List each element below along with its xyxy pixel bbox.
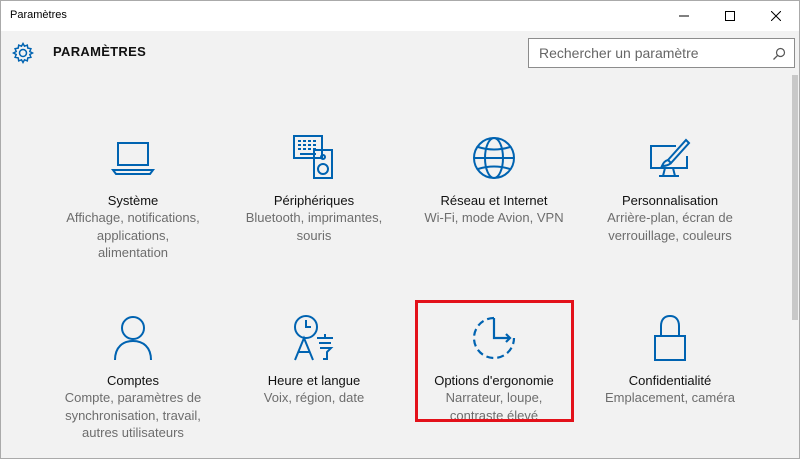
tile-description: Arrière-plan, écran de verrouillage, coul… xyxy=(607,210,733,243)
tile-description: Bluetooth, imprimantes, souris xyxy=(245,210,383,243)
tile-comptes[interactable]: Comptes Compte, paramètres de synchronisa… xyxy=(40,314,226,442)
tile-confidentialite[interactable]: Confidentialité Emplacement, caméra xyxy=(577,314,763,407)
tile-name: Personnalisation xyxy=(621,193,719,208)
minimize-button[interactable] xyxy=(661,1,707,31)
tile-description: Emplacement, caméra xyxy=(604,390,736,405)
tile-description: Affichage, notifications, applications, al… xyxy=(66,210,200,260)
tile-heure-langue[interactable]: Heure et langue Voix, région, date xyxy=(221,314,407,407)
tile-description: Compte, paramètres de synchronisation, tr… xyxy=(64,390,202,440)
close-icon xyxy=(771,11,781,21)
tile-peripheriques[interactable]: Périphériques Bluetooth, imprimantes, sou… xyxy=(221,134,407,244)
person-icon xyxy=(114,316,152,361)
tile-name: Confidentialité xyxy=(628,373,712,388)
settings-window: Paramètres PARAMÈTRES Rechercher un para… xyxy=(0,0,800,459)
page-title: PARAMÈTRES xyxy=(53,44,147,59)
search-icon[interactable] xyxy=(772,47,786,61)
scrollbar[interactable] xyxy=(792,75,798,320)
settings-header: PARAMÈTRES xyxy=(1,31,799,75)
title-bar[interactable]: Paramètres xyxy=(1,1,799,31)
tile-description: Voix, région, date xyxy=(263,390,365,405)
tile-name: Système xyxy=(107,193,159,208)
tile-name: Comptes xyxy=(106,373,160,388)
search-input[interactable] xyxy=(529,39,769,67)
maximize-button[interactable] xyxy=(707,1,753,31)
highlight-box xyxy=(415,300,574,422)
lock-icon xyxy=(654,314,686,361)
globe-icon xyxy=(473,137,515,179)
minimize-icon xyxy=(679,15,689,17)
time-language-icon xyxy=(294,315,334,361)
tile-name: Heure et langue xyxy=(267,373,361,388)
tile-personnalisation[interactable]: Personnalisation Arrière-plan, écran de v… xyxy=(577,134,763,244)
close-button[interactable] xyxy=(753,1,799,31)
tile-description: Wi-Fi, mode Avion, VPN xyxy=(424,210,564,225)
maximize-icon xyxy=(725,11,735,21)
devices-icon xyxy=(293,135,333,179)
personalization-icon xyxy=(650,138,691,177)
tile-name: Réseau et Internet xyxy=(440,193,548,208)
window-title: Paramètres xyxy=(10,9,67,21)
tile-reseau[interactable]: Réseau et Internet Wi-Fi, mode Avion, VP… xyxy=(401,134,587,227)
laptop-icon xyxy=(111,142,155,175)
tile-systeme[interactable]: Système Affichage, notifications, applica… xyxy=(40,134,226,262)
search-box[interactable] xyxy=(528,38,795,68)
gear-icon xyxy=(11,41,35,65)
tile-name: Périphériques xyxy=(273,193,355,208)
